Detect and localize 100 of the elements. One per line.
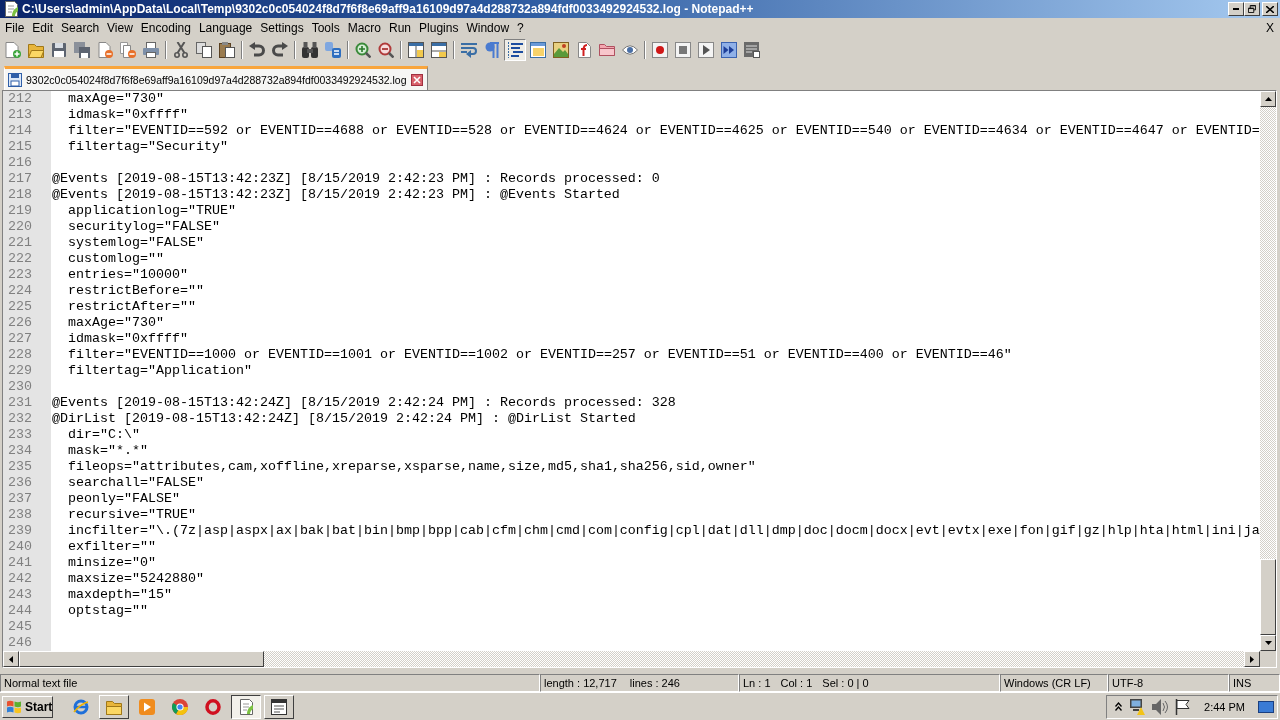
line-number: 232 <box>8 411 32 427</box>
toolbar-button[interactable] <box>299 39 321 61</box>
horizontal-scrollbar[interactable] <box>3 651 1260 667</box>
line-number: 245 <box>8 619 32 635</box>
line-number: 221 <box>8 235 32 251</box>
toolbar-button[interactable] <box>71 39 93 61</box>
code-line: maxAge="730" <box>68 315 164 331</box>
printer-icon <box>143 42 159 58</box>
menu-item[interactable]: Language <box>194 20 257 36</box>
record-icon <box>652 42 668 58</box>
close-document-button[interactable]: X <box>1265 21 1275 35</box>
window-title: C:\Users\admin\AppData\Local\Temp\9302c0c054024f8d7f6f8e69aff9a16109d97a4d288732a894fdf0033492924532.log - Notepad++ <box>22 2 754 16</box>
code-line: @DirList [2019-08-15T13:42:24Z] [8/15/2019 2:42:24 PM] : @DirList Started <box>52 411 636 427</box>
document-icon <box>576 42 592 58</box>
toolbar-button[interactable] <box>695 39 717 61</box>
scroll-down-button[interactable] <box>1260 635 1276 651</box>
copy-icon <box>196 42 212 58</box>
menu-item[interactable]: Run <box>385 20 416 36</box>
code-line: incfilter="\.(7z|asp|aspx|ax|bak|bat|bin|bmp|bpp|cab|cfm|chm|cmd|com|config|cpl|dat|dll|dmp|doc|docm|docx|evt|evtx|exe|fon|gif|gz|hlp|hta|html|ini|ja <box>68 523 1260 539</box>
line-number: 216 <box>8 155 32 171</box>
menu-item[interactable]: View <box>103 20 137 36</box>
flag-icon[interactable] <box>1175 698 1192 715</box>
line-number: 244 <box>8 603 32 619</box>
fast-forward-icon <box>721 42 737 58</box>
menu-item[interactable]: Edit <box>28 20 58 36</box>
code-line: applicationlog="TRUE" <box>68 203 236 219</box>
network-icon[interactable] <box>1129 698 1146 715</box>
line-number: 229 <box>8 363 32 379</box>
line-number: 228 <box>8 347 32 363</box>
folder-icon <box>599 42 615 58</box>
toolbar-button[interactable] <box>140 39 162 61</box>
toolbar-button[interactable] <box>216 39 238 61</box>
close-button[interactable] <box>1262 2 1278 16</box>
scroll-left-button[interactable] <box>3 651 19 667</box>
notepad-icon <box>3 1 19 17</box>
line-number: 218 <box>8 187 32 203</box>
toolbar-button[interactable] <box>672 39 694 61</box>
code-line: entries="10000" <box>68 267 188 283</box>
binoculars-icon <box>302 42 318 58</box>
code-line: idmask="0xffff" <box>68 107 188 123</box>
menu-item[interactable]: Window <box>462 20 514 36</box>
restore-button[interactable] <box>1244 2 1260 16</box>
code-line: filtertag="Security" <box>68 139 228 155</box>
code-line: @Events [2019-08-15T13:42:23Z] [8/15/2019 2:42:23 PM] : Records processed: 0 <box>52 171 660 187</box>
right-arrow-icon <box>1250 655 1254 663</box>
menu-item[interactable]: Search <box>57 20 104 36</box>
vertical-scrollbar[interactable] <box>1260 91 1276 651</box>
code-line: @Events [2019-08-15T13:42:24Z] [8/15/2019 2:42:24 PM] : Records processed: 328 <box>52 395 676 411</box>
toolbar-button[interactable] <box>405 39 427 61</box>
code-line: minsize="0" <box>68 555 156 571</box>
close-icon[interactable] <box>410 73 423 86</box>
code-line: maxsize="5242880" <box>68 571 204 587</box>
scrollbar-thumb[interactable] <box>19 651 264 667</box>
status-text: INS <box>1233 677 1252 689</box>
toolbar-button[interactable] <box>741 39 763 61</box>
speaker-icon[interactable] <box>1152 698 1169 715</box>
toolbar-button[interactable] <box>193 39 215 61</box>
menu-item[interactable]: Settings <box>256 20 308 36</box>
menu-item[interactable]: Tools <box>307 20 344 36</box>
toolbar-button[interactable] <box>527 39 549 61</box>
line-number: 227 <box>8 331 32 347</box>
left-arrow-icon <box>9 655 13 663</box>
menu-item[interactable]: ? <box>513 20 528 36</box>
line-number: 237 <box>8 491 32 507</box>
taskbar-button[interactable] <box>231 694 261 719</box>
scrollbar-thumb[interactable] <box>1260 559 1276 635</box>
status-text: Ln : 1 <box>743 677 771 689</box>
menu-item[interactable]: File <box>1 20 29 36</box>
code-line: restrictBefore="" <box>68 283 204 299</box>
code-line: optstag="" <box>68 603 148 619</box>
scrollbar-corner <box>1260 651 1276 667</box>
toolbar-button[interactable] <box>428 39 450 61</box>
notepad-icon <box>238 698 254 715</box>
menu-item[interactable]: Macro <box>343 20 385 36</box>
code-line: idmask="0xffff" <box>68 331 188 347</box>
line-number: 235 <box>8 459 32 475</box>
toolbar-button[interactable] <box>718 39 740 61</box>
toolbar-button[interactable] <box>649 39 671 61</box>
code-line: peonly="FALSE" <box>68 491 180 507</box>
redo-icon <box>272 42 288 58</box>
menu-item[interactable]: Encoding <box>136 20 195 36</box>
eye-icon <box>622 42 638 58</box>
minimize-button[interactable] <box>1228 2 1244 16</box>
scroll-right-button[interactable] <box>1244 651 1260 667</box>
zoom-out-icon <box>378 42 394 58</box>
file-tab[interactable]: 9302c0c054024f8d7f6f8e69aff9a16109d97a4d288732a894fdf0033492924532.log <box>4 66 428 90</box>
clock[interactable]: 2:44 PM <box>1204 700 1245 713</box>
open-folder-icon <box>28 42 44 58</box>
globe-icon <box>73 698 89 715</box>
split-window-icon <box>431 42 447 58</box>
text-editor[interactable] <box>2 90 1277 668</box>
start-button[interactable]: Start <box>2 695 53 718</box>
scroll-up-button[interactable] <box>1260 91 1276 107</box>
chevron-icon[interactable] <box>1115 702 1123 711</box>
toolbar-button[interactable] <box>504 39 526 61</box>
line-number: 234 <box>8 443 32 459</box>
menu-item[interactable]: Plugins <box>415 20 463 36</box>
show-desktop-icon[interactable] <box>1258 700 1274 713</box>
logo-icon <box>6 699 22 714</box>
browser-icon <box>172 698 188 715</box>
